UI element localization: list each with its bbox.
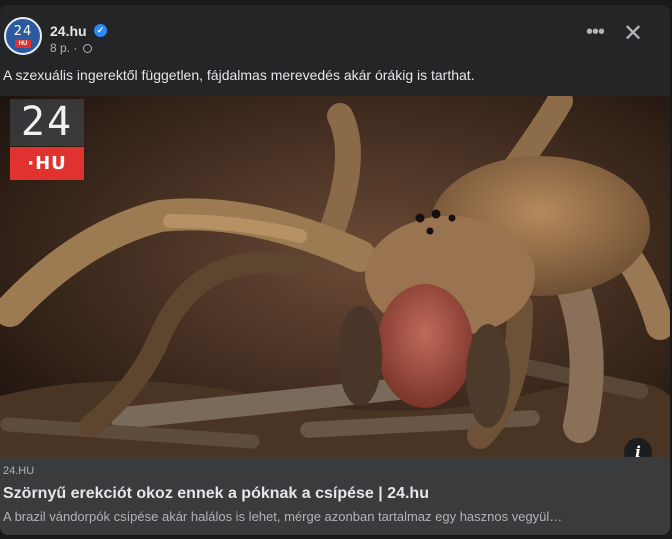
- watermark-tag: ·HU: [10, 147, 84, 180]
- meta-separator: ·: [73, 41, 78, 55]
- post-meta: 8 p. ·: [50, 41, 92, 55]
- watermark-number: 24: [10, 99, 84, 146]
- globe-icon: [82, 44, 92, 53]
- close-button[interactable]: ✕: [618, 19, 648, 49]
- 24hu-watermark-logo: 24 ·HU: [10, 99, 84, 181]
- link-domain: 24.HU: [3, 465, 35, 477]
- avatar-logo-tag: HU: [15, 40, 31, 48]
- page-avatar[interactable]: 24 HU: [4, 17, 42, 55]
- link-preview-image[interactable]: 24 ·HU: [0, 96, 670, 457]
- page-name-link[interactable]: 24.hu: [50, 23, 87, 39]
- feed-post: 24 HU 24.hu ✓ 8 p. · ••• ✕ A szexuális i…: [0, 5, 670, 535]
- post-timestamp[interactable]: 8 p.: [50, 41, 70, 55]
- avatar-logo-number: 24: [13, 24, 33, 39]
- link-description: A brazil vándorpók csípése akár halálos …: [3, 509, 563, 524]
- post-header: 24 HU 24.hu ✓ 8 p. · ••• ✕: [0, 5, 670, 63]
- link-title[interactable]: Szörnyű erekciót okoz ennek a póknak a c…: [3, 485, 429, 503]
- post-text: A szexuális ingerektől független, fájdal…: [3, 67, 475, 83]
- spider-photo: [0, 96, 670, 457]
- verified-badge-icon: ✓: [94, 24, 107, 37]
- link-preview-caption[interactable]: 24.HU Szörnyű erekciót okoz ennek a pókn…: [0, 457, 670, 535]
- more-options-button[interactable]: •••: [580, 22, 610, 47]
